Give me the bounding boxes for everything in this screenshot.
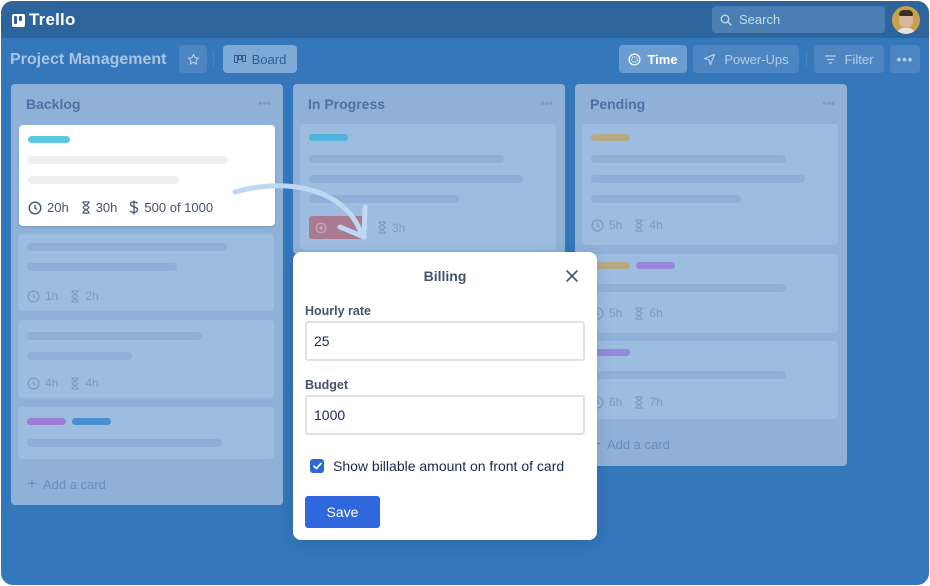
time-spent-badge: 1h xyxy=(27,289,58,303)
hourglass-icon xyxy=(635,218,644,232)
estimate-badge: 2h xyxy=(70,289,99,303)
power-ups-button[interactable]: Power-Ups xyxy=(693,45,799,73)
filter-icon xyxy=(824,54,836,64)
estimate-badge: 4h xyxy=(70,376,99,390)
top-bar: Trello Search xyxy=(1,1,929,38)
hourglass-icon xyxy=(635,395,644,409)
hourly-rate-label: Hourly rate xyxy=(305,304,371,318)
show-billable-label: Show billable amount on front of card xyxy=(333,458,565,474)
more-icon: ••• xyxy=(896,51,914,67)
plus-icon: + xyxy=(27,474,37,493)
add-card-button[interactable]: + Add a card xyxy=(27,474,106,494)
estimate-badge: 30h xyxy=(81,200,117,215)
list-title[interactable]: Backlog xyxy=(26,96,80,112)
hourglass-icon xyxy=(81,201,90,214)
clock-icon xyxy=(591,218,604,232)
hourglass-icon xyxy=(378,221,386,234)
card-label xyxy=(309,134,348,141)
billing-badge: 500 of 1000 xyxy=(129,200,213,215)
clock-icon xyxy=(27,376,40,390)
board-title[interactable]: Project Management xyxy=(10,51,166,69)
card-label xyxy=(636,262,675,269)
highlighted-card[interactable]: 20h 30h 500 of 1000 xyxy=(19,125,275,226)
save-button[interactable]: Save xyxy=(305,496,380,528)
time-spent-badge: 5h xyxy=(591,218,622,232)
card-label xyxy=(72,418,111,425)
list-menu-button[interactable]: ••• xyxy=(822,96,835,110)
show-billable-option[interactable]: Show billable amount on front of card xyxy=(310,458,564,474)
search-input[interactable]: Search xyxy=(712,6,885,33)
card-label xyxy=(27,418,66,425)
list-menu-button[interactable]: ••• xyxy=(540,96,553,110)
budget-input[interactable] xyxy=(305,395,585,435)
list-card[interactable]: 5h 6h xyxy=(582,254,838,333)
show-billable-checkbox[interactable] xyxy=(310,459,324,473)
timer-running-badge[interactable] xyxy=(309,216,365,239)
star-icon xyxy=(187,53,199,65)
timer-icon xyxy=(628,52,641,66)
app-name: Trello xyxy=(29,10,76,29)
list-title[interactable]: Pending xyxy=(590,96,645,112)
search-placeholder: Search xyxy=(739,12,781,27)
board-header: Project Management Board Time Power-Ups … xyxy=(1,38,929,82)
divider xyxy=(213,51,214,67)
estimate-badge: 4h xyxy=(634,218,663,232)
star-board-button[interactable] xyxy=(179,45,207,73)
trello-logo-icon xyxy=(12,13,25,27)
board-view-button[interactable]: Board xyxy=(223,45,297,73)
list-card[interactable]: 6h 7h xyxy=(582,341,838,419)
checkmark-icon xyxy=(312,462,322,470)
card-label xyxy=(28,136,70,143)
budget-label: Budget xyxy=(305,378,349,392)
dialog-title: Billing xyxy=(423,268,467,284)
list-pending: Pending ••• 5h 4h 5h 6h 6h 7h Add a card xyxy=(575,84,847,466)
more-menu-button[interactable]: ••• xyxy=(890,45,920,73)
billing-dialog: Billing Hourly rate Budget Show billable… xyxy=(293,252,597,540)
clock-icon xyxy=(28,200,42,215)
user-avatar[interactable] xyxy=(892,6,920,34)
list-in-progress: In Progress ••• 3h xyxy=(293,84,565,254)
search-icon xyxy=(720,14,732,26)
list-card[interactable]: 3h xyxy=(300,124,556,250)
time-label: Time xyxy=(647,51,678,67)
divider xyxy=(806,51,807,67)
filter-button[interactable]: Filter xyxy=(814,45,884,73)
list-card[interactable] xyxy=(18,407,274,459)
close-icon[interactable] xyxy=(565,269,579,283)
trello-logo[interactable]: Trello xyxy=(12,10,76,30)
board-view-label: Board xyxy=(251,51,287,67)
trello-window: Trello Search Project Management Board T… xyxy=(1,1,929,585)
hourly-rate-input[interactable] xyxy=(305,321,585,361)
filter-label: Filter xyxy=(844,51,874,67)
list-card[interactable]: 4h 4h xyxy=(18,320,274,398)
clock-icon xyxy=(27,289,40,303)
list-menu-button[interactable]: ••• xyxy=(258,96,271,110)
time-spent-badge: 20h xyxy=(28,200,69,215)
hourglass-icon xyxy=(71,289,80,303)
hourglass-icon xyxy=(71,376,80,390)
dollar-icon xyxy=(130,200,139,215)
list-card[interactable]: 1h 2h xyxy=(18,234,274,311)
list-card[interactable]: 5h 4h xyxy=(582,124,838,245)
card-label xyxy=(591,134,630,141)
estimate-badge: 7h xyxy=(634,395,663,409)
estimate-badge: 3h xyxy=(377,221,405,235)
list-title[interactable]: In Progress xyxy=(308,96,385,112)
time-button[interactable]: Time xyxy=(619,45,687,73)
board-icon xyxy=(233,54,246,63)
timer-icon xyxy=(315,222,327,233)
time-spent-badge: 4h xyxy=(27,376,58,390)
estimate-badge: 6h xyxy=(634,306,663,320)
rocket-icon xyxy=(704,53,716,65)
add-card-button[interactable]: + Add a card xyxy=(591,434,670,454)
power-ups-label: Power-Ups xyxy=(724,51,789,67)
hourglass-icon xyxy=(635,306,644,320)
